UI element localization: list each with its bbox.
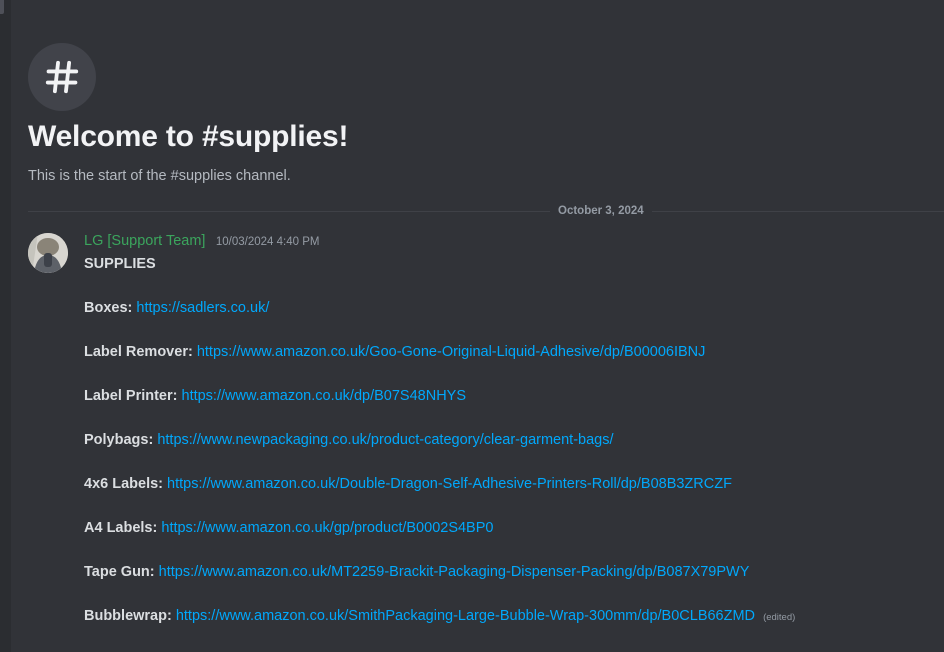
item-link[interactable]: https://www.amazon.co.uk/dp/B07S48NHYS [182,388,467,404]
item-label: Bubblewrap: [84,608,172,624]
author-name[interactable]: LG [Support Team] [84,233,205,249]
item-label: Boxes: [84,300,133,316]
scrollbar-thumb[interactable] [0,0,4,14]
item-label: Label Remover: [84,344,193,360]
item-link[interactable]: https://www.newpackaging.co.uk/product-c… [157,432,613,448]
message-header: LG [Support Team] 10/03/2024 4:40 PM [84,232,319,250]
item-label: 4x6 Labels: [84,476,163,492]
supply-item-label-remover: Label Remover: https://www.amazon.co.uk/… [84,341,934,363]
edited-tag: (edited) [763,612,796,623]
item-link[interactable]: https://www.amazon.co.uk/Goo-Gone-Origin… [197,344,706,360]
avatar-image [28,233,68,273]
avatar[interactable] [28,233,68,273]
item-label: Polybags: [84,432,154,448]
supply-item-boxes: Boxes: https://sadlers.co.uk/ [84,297,934,319]
supply-item-tape-gun: Tape Gun: https://www.amazon.co.uk/MT225… [84,561,934,583]
item-link[interactable]: https://sadlers.co.uk/ [136,300,269,316]
item-link[interactable]: https://www.amazon.co.uk/MT2259-Brackit-… [159,564,750,580]
welcome-title: Welcome to #supplies! [28,120,349,153]
supply-item-bubblewrap: Bubblewrap: https://www.amazon.co.uk/Smi… [84,605,934,627]
date-divider-label: October 3, 2024 [550,203,652,219]
left-rail [0,0,11,652]
hash-glyph [45,60,79,94]
item-link[interactable]: https://www.amazon.co.uk/Double-Dragon-S… [167,476,732,492]
supply-item-polybags: Polybags: https://www.newpackaging.co.uk… [84,429,934,451]
supply-item-label-printer: Label Printer: https://www.amazon.co.uk/… [84,385,934,407]
message-title: SUPPLIES [84,256,156,272]
item-label: Tape Gun: [84,564,155,580]
message-timestamp[interactable]: 10/03/2024 4:40 PM [216,236,320,248]
item-link[interactable]: https://www.amazon.co.uk/SmithPackaging-… [176,608,755,624]
message-content: SUPPLIES Boxes: https://sadlers.co.uk/ L… [84,253,934,627]
supply-item-a4-labels: A4 Labels: https://www.amazon.co.uk/gp/p… [84,517,934,539]
item-label: A4 Labels: [84,520,158,536]
welcome-subtitle: This is the start of the #supplies chann… [28,168,291,184]
item-label: Label Printer: [84,388,178,404]
item-link[interactable]: https://www.amazon.co.uk/gp/product/B000… [161,520,493,536]
date-divider [28,211,944,212]
supply-item-4x6-labels: 4x6 Labels: https://www.amazon.co.uk/Dou… [84,473,934,495]
hash-icon [28,43,96,111]
